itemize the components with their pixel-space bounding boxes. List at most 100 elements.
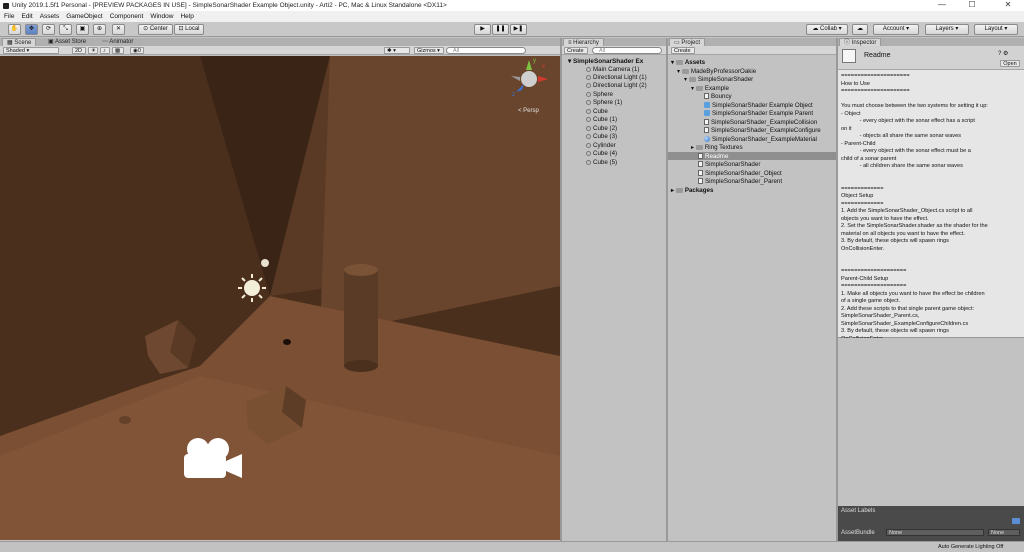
hierarchy-item[interactable]: Sphere (1) (586, 99, 622, 106)
rect-tool-icon[interactable]: ▣ (76, 24, 89, 35)
inspector-tabstrip: ⓘ Inspector (838, 38, 1024, 46)
move-tool-icon[interactable]: ✥ (25, 24, 38, 35)
assets-folder[interactable]: ▾ Assets (671, 59, 705, 66)
play-button[interactable]: ▶ (474, 24, 491, 35)
asset-item[interactable]: SimpleSonarShader_ExampleConfigure (704, 127, 821, 134)
hierarchy-search-input[interactable]: All (592, 47, 662, 54)
pivot-center-button[interactable]: ⊙ Center (138, 24, 173, 35)
transform-tool-icon[interactable]: ⊕ (93, 24, 106, 35)
space-local-button[interactable]: ⊡ Local (174, 24, 204, 35)
hierarchy-item[interactable]: Main Camera (1) (586, 66, 639, 73)
persp-label[interactable]: < Persp (518, 108, 540, 114)
asset-item[interactable]: SimpleSonarShader_ExampleCollision (704, 119, 817, 126)
readme-line: - every object with the sonar effect has… (841, 118, 975, 124)
hand-tool-icon[interactable]: ✋ (8, 24, 21, 35)
window-titlebar: Unity 2019.1.5f1 Personal - [PREVIEW PAC… (0, 0, 1024, 11)
effects-toggle-icon[interactable]: ▩ (112, 47, 124, 54)
hidden-objects-toggle[interactable]: ◉0 (130, 47, 144, 54)
tab-hierarchy[interactable]: ≡ Hierarchy (563, 38, 604, 46)
scale-tool-icon[interactable]: ⤡ (59, 24, 72, 35)
rotate-tool-icon[interactable]: ⟳ (42, 24, 55, 35)
hierarchy-item[interactable]: Cube (5) (586, 159, 617, 166)
scene-toolbar: Shaded ▾ 2D ☀ ♪ ▩ ◉0 ✱ ▾ Gizmos ▾ All (0, 46, 560, 55)
asset-labels-area: Asset Labels AssetBundle None None (838, 506, 1024, 541)
tab-inspector[interactable]: ⓘ Inspector (839, 38, 882, 46)
shading-mode-dropdown[interactable]: Shaded ▾ (3, 47, 59, 54)
menu-window[interactable]: Window (150, 13, 173, 20)
folder-ring-textures[interactable]: ▸ Ring Textures (691, 144, 743, 151)
scene-search-input[interactable]: All (446, 47, 526, 54)
asset-item[interactable]: Bouncy (704, 93, 732, 100)
menu-component[interactable]: Component (110, 13, 144, 20)
close-button[interactable]: ✕ (996, 0, 1020, 11)
readme-line: You must choose between the two systems … (841, 103, 988, 109)
asset-item[interactable]: SimpleSonarShader_Parent (698, 178, 782, 185)
menu-file[interactable]: File (4, 13, 14, 20)
asset-item[interactable]: SimpleSonarShader_Object (698, 170, 782, 177)
readme-line: OnCollisionEnter. (841, 245, 885, 252)
open-button[interactable]: Open (1000, 60, 1020, 67)
unity-logo-icon (3, 2, 9, 9)
hierarchy-scene-root[interactable]: ▾ SimpleSonarShader Ex (568, 57, 643, 65)
hierarchy-item[interactable]: Cube (586, 108, 608, 115)
packages-folder[interactable]: ▸ Packages (671, 187, 713, 194)
2d-toggle[interactable]: 2D (72, 47, 86, 54)
tag-icon[interactable] (1012, 518, 1020, 524)
lighting-toggle-icon[interactable]: ☀ (88, 47, 98, 54)
tab-asset-store[interactable]: ▣ Asset Store (44, 38, 90, 46)
minimize-button[interactable]: — (930, 0, 954, 11)
tab-project[interactable]: ▭ Project (669, 38, 706, 46)
menu-assets[interactable]: Assets (40, 13, 60, 20)
account-dropdown[interactable]: Account ▾ (873, 24, 919, 35)
hierarchy-item[interactable]: Cylinder (586, 142, 616, 149)
hierarchy-item[interactable]: Cube (2) (586, 125, 617, 132)
asset-item[interactable]: SimpleSonarShader Example Object (704, 102, 813, 109)
maximize-button[interactable]: ☐ (960, 0, 984, 11)
cloud-services-icon[interactable]: ☁ (852, 24, 868, 35)
project-create-button[interactable]: Create ▾ (671, 47, 695, 61)
collab-button[interactable]: ☁ Collab ▾ (806, 24, 848, 35)
folder-simplesonarshader[interactable]: ▾ SimpleSonarShader (684, 76, 753, 83)
layers-dropdown[interactable]: Layers ▾ (925, 24, 969, 35)
menu-gameobject[interactable]: GameObject (66, 13, 103, 20)
hierarchy-create-button[interactable]: Create ▾ (564, 47, 588, 61)
lighting-status-text: Auto Generate Lighting Off (938, 544, 1004, 550)
asset-item[interactable]: SimpleSonarShader (698, 161, 760, 168)
status-bar: Auto Generate Lighting Off (0, 541, 1024, 552)
hierarchy-item[interactable]: Cube (3) (586, 133, 617, 140)
main-toolbar: ✋ ✥ ⟳ ⤡ ▣ ⊕ ✕ ⊙ Center ⊡ Local ▶ ❚❚ ▶❚ ☁… (0, 22, 1024, 37)
asset-item-readme[interactable]: Readme (698, 153, 728, 160)
menu-help[interactable]: Help (180, 13, 193, 20)
inspector-header: Readme ? ⚙ Open (838, 46, 1024, 70)
hierarchy-tabstrip: ≡ Hierarchy (562, 38, 666, 46)
selected-row-highlight (668, 152, 836, 160)
axis-x-label: x (542, 64, 545, 70)
hierarchy-item[interactable]: Directional Light (1) (586, 74, 647, 81)
assetbundle-variant-dropdown[interactable]: None (988, 529, 1020, 536)
assetbundle-dropdown[interactable]: None (886, 529, 984, 536)
asset-item[interactable]: SimpleSonarShader_ExampleMaterial (704, 136, 817, 143)
gizmos-dropdown[interactable]: Gizmos ▾ (414, 47, 444, 54)
step-button[interactable]: ▶❚ (510, 24, 527, 35)
camera-settings-icon[interactable]: ✱ ▾ (384, 47, 410, 54)
asset-item[interactable]: SimpleSonarShader Example Parent (704, 110, 813, 117)
folder-madebyprofessoroakie[interactable]: ▾ MadeByProfessorOakie (677, 68, 756, 75)
hierarchy-item[interactable]: Cube (1) (586, 116, 617, 123)
inspector-help-icon[interactable]: ? ⚙ (998, 50, 1008, 57)
folder-example[interactable]: ▾ Example (691, 85, 729, 92)
custom-tool-icon[interactable]: ✕ (112, 24, 125, 35)
scene-viewport[interactable]: x y z < Persp (0, 56, 560, 540)
audio-toggle-icon[interactable]: ♪ (100, 47, 110, 54)
hierarchy-item[interactable]: Cube (4) (586, 150, 617, 157)
hierarchy-item[interactable]: Directional Light (2) (586, 82, 647, 89)
menu-edit[interactable]: Edit (21, 13, 32, 20)
tab-animator[interactable]: ⋯ Animator (98, 38, 137, 46)
scene-tabstrip: ▦ Scene ▣ Asset Store ⋯ Animator (0, 38, 560, 46)
pause-button[interactable]: ❚❚ (492, 24, 509, 35)
layout-dropdown[interactable]: Layout ▾ (974, 24, 1018, 35)
hierarchy-item[interactable]: Sphere (586, 91, 613, 98)
readme-file-icon (842, 49, 856, 63)
scene-render: x y z < Persp (0, 56, 560, 540)
tab-scene[interactable]: ▦ Scene (2, 38, 37, 46)
axis-z-label: z (512, 92, 515, 98)
